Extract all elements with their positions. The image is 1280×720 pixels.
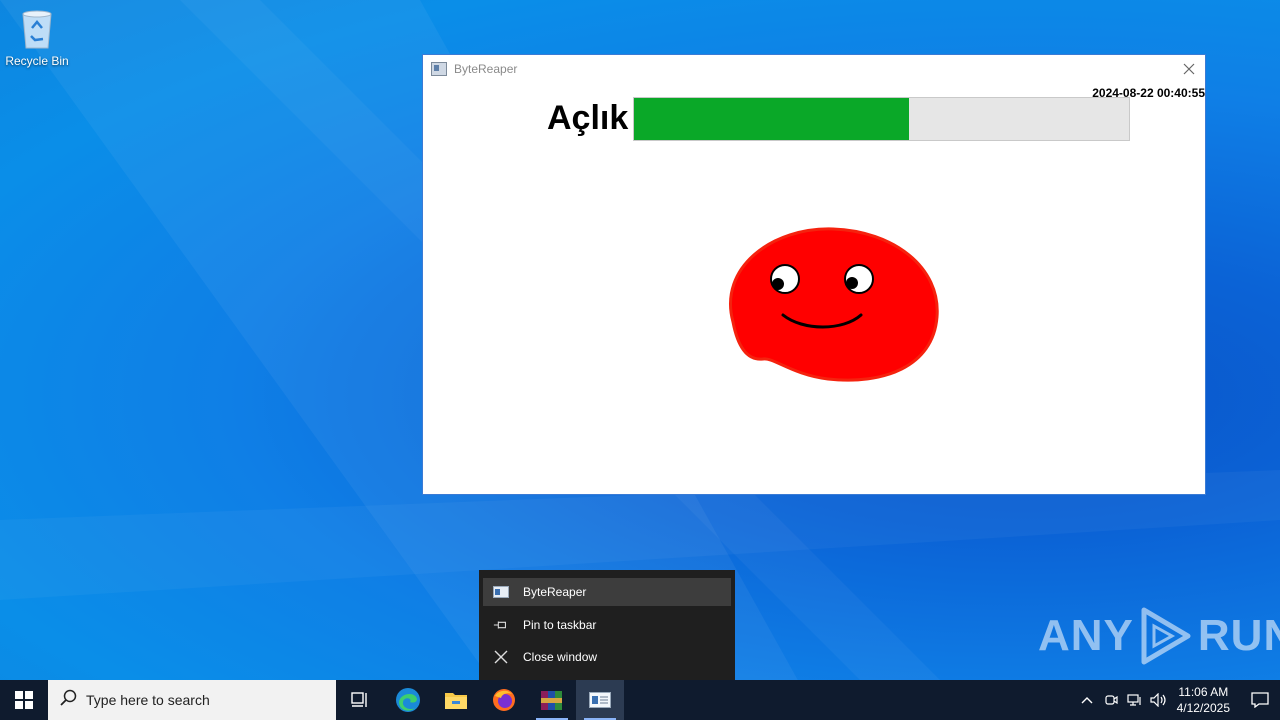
- play-logo-icon: [1141, 607, 1191, 665]
- hunger-label: Açlık: [547, 99, 629, 137]
- watermark-text-left: ANY: [1038, 611, 1134, 660]
- task-view-button[interactable]: [336, 680, 384, 720]
- recycle-bin-desktop-icon[interactable]: Recycle Bin: [4, 6, 70, 68]
- taskbar-file-explorer-button[interactable]: [432, 680, 480, 720]
- clock-date: 4/12/2025: [1176, 701, 1230, 715]
- firefox-icon: [493, 689, 515, 711]
- task-view-icon: [351, 692, 367, 707]
- taskbar-winrar-button[interactable]: [528, 680, 576, 720]
- taskbar-clock[interactable]: 11:06 AM 4/12/2025: [1177, 684, 1230, 716]
- pin-icon: [493, 618, 509, 632]
- jump-list-item-label: Close window: [523, 650, 598, 664]
- taskbar-bytereaper-button[interactable]: [576, 680, 624, 720]
- taskbar-jump-list: ByteReaper Pin to taskbar Close window: [479, 570, 735, 680]
- tray-overflow-chevron-icon[interactable]: [1075, 696, 1099, 704]
- network-icon[interactable]: [1123, 693, 1147, 707]
- window-close-button[interactable]: [1173, 55, 1205, 83]
- close-icon: [1183, 63, 1195, 75]
- app-window-icon: [431, 62, 447, 76]
- creature-left-eye: [770, 264, 800, 294]
- taskbar-edge-button[interactable]: [384, 680, 432, 720]
- windows-logo-icon: [15, 691, 33, 709]
- start-button[interactable]: [0, 680, 48, 720]
- app-window-icon: [589, 692, 611, 708]
- folder-icon: [445, 693, 467, 709]
- system-tray: 11:06 AM 4/12/2025: [1075, 680, 1280, 720]
- notification-icon: [1251, 692, 1269, 708]
- taskbar-search-box[interactable]: Type here to search: [48, 680, 336, 720]
- window-titlebar[interactable]: ByteReaper: [423, 55, 1205, 83]
- window-title: ByteReaper: [454, 62, 518, 76]
- winrar-icon: [541, 691, 562, 710]
- notification-center-button[interactable]: [1240, 692, 1280, 708]
- close-icon: [493, 650, 509, 664]
- recycle-bin-label: Recycle Bin: [5, 54, 69, 68]
- watermark-text-right: RUN: [1197, 611, 1280, 660]
- recycle-bin-icon: [22, 10, 52, 49]
- jump-list-item-label: Pin to taskbar: [523, 618, 597, 632]
- search-placeholder: Type here to search: [86, 692, 210, 708]
- creature-right-eye: [844, 264, 874, 294]
- taskbar: Type here to search 11:06 AM 4/12/2025: [0, 680, 1280, 720]
- edge-icon: [396, 688, 420, 712]
- taskbar-firefox-button[interactable]: [480, 680, 528, 720]
- jump-list-item-close[interactable]: Close window: [483, 643, 731, 671]
- bytereaper-window: ByteReaper 2024-08-22 00:40:55 Açlık: [422, 54, 1206, 495]
- tray-meet-icon[interactable]: [1099, 693, 1123, 707]
- clock-time: 11:06 AM: [1178, 685, 1229, 699]
- hunger-progress-fill: [634, 98, 909, 140]
- hunger-progress-bar: [633, 97, 1130, 141]
- jump-list-item-pin[interactable]: Pin to taskbar: [483, 611, 731, 639]
- jump-list-item-label: ByteReaper: [523, 585, 587, 599]
- anyrun-watermark: ANY RUN: [1038, 606, 1280, 666]
- jump-list-item-bytereaper[interactable]: ByteReaper: [483, 578, 731, 606]
- red-blob-creature: [729, 227, 939, 382]
- app-window-icon: [493, 585, 509, 599]
- volume-icon[interactable]: [1147, 693, 1171, 707]
- search-icon: [60, 689, 78, 712]
